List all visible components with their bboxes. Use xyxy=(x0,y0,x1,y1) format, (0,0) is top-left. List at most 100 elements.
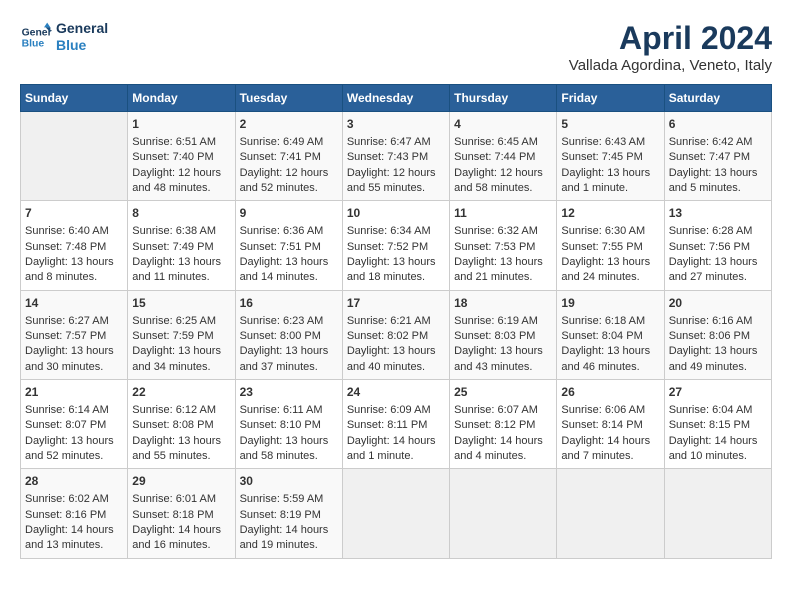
calendar-body: 1Sunrise: 6:51 AMSunset: 7:40 PMDaylight… xyxy=(21,112,772,559)
day-info: Sunset: 8:12 PM xyxy=(454,418,552,433)
day-info: Sunset: 7:55 PM xyxy=(561,240,659,255)
day-info: Sunrise: 6:19 AM xyxy=(454,314,552,329)
day-info: Sunset: 7:49 PM xyxy=(132,240,230,255)
day-number: 8 xyxy=(132,205,230,222)
calendar-cell: 9Sunrise: 6:36 AMSunset: 7:51 PMDaylight… xyxy=(235,201,342,290)
day-number: 5 xyxy=(561,116,659,133)
day-info: and 18 minutes. xyxy=(347,270,445,285)
day-info: Daylight: 14 hours xyxy=(25,523,123,538)
day-info: Sunset: 8:03 PM xyxy=(454,329,552,344)
day-info: Sunrise: 6:06 AM xyxy=(561,403,659,418)
day-info: and 58 minutes. xyxy=(240,449,338,464)
calendar-cell: 27Sunrise: 6:04 AMSunset: 8:15 PMDayligh… xyxy=(664,380,771,469)
day-of-week-header: Sunday xyxy=(21,85,128,112)
day-info: Sunset: 8:15 PM xyxy=(669,418,767,433)
day-number: 29 xyxy=(132,473,230,490)
day-of-week-header: Saturday xyxy=(664,85,771,112)
logo: General Blue General Blue xyxy=(20,20,108,54)
day-info: and 49 minutes. xyxy=(669,360,767,375)
day-info: Daylight: 13 hours xyxy=(347,344,445,359)
day-info: and 16 minutes. xyxy=(132,538,230,553)
calendar-cell: 3Sunrise: 6:47 AMSunset: 7:43 PMDaylight… xyxy=(342,112,449,201)
calendar-header-row: SundayMondayTuesdayWednesdayThursdayFrid… xyxy=(21,85,772,112)
calendar-week-row: 28Sunrise: 6:02 AMSunset: 8:16 PMDayligh… xyxy=(21,469,772,558)
day-info: Daylight: 14 hours xyxy=(669,434,767,449)
day-info: Sunset: 7:45 PM xyxy=(561,150,659,165)
day-info: Daylight: 14 hours xyxy=(240,523,338,538)
day-info: Sunset: 7:53 PM xyxy=(454,240,552,255)
svg-text:Blue: Blue xyxy=(22,38,45,49)
calendar-cell: 1Sunrise: 6:51 AMSunset: 7:40 PMDaylight… xyxy=(128,112,235,201)
logo-text-line2: Blue xyxy=(56,37,108,54)
calendar-cell: 30Sunrise: 5:59 AMSunset: 8:19 PMDayligh… xyxy=(235,469,342,558)
calendar-cell: 21Sunrise: 6:14 AMSunset: 8:07 PMDayligh… xyxy=(21,380,128,469)
day-info: and 52 minutes. xyxy=(240,181,338,196)
day-info: and 52 minutes. xyxy=(25,449,123,464)
day-info: Sunset: 7:52 PM xyxy=(347,240,445,255)
day-number: 11 xyxy=(454,205,552,222)
day-info: and 1 minute. xyxy=(561,181,659,196)
day-info: Sunrise: 6:27 AM xyxy=(25,314,123,329)
calendar-cell: 24Sunrise: 6:09 AMSunset: 8:11 PMDayligh… xyxy=(342,380,449,469)
calendar-cell: 26Sunrise: 6:06 AMSunset: 8:14 PMDayligh… xyxy=(557,380,664,469)
logo-icon: General Blue xyxy=(20,21,52,53)
day-number: 7 xyxy=(25,205,123,222)
calendar-cell: 23Sunrise: 6:11 AMSunset: 8:10 PMDayligh… xyxy=(235,380,342,469)
day-info: Sunrise: 6:30 AM xyxy=(561,224,659,239)
day-info: Daylight: 12 hours xyxy=(454,166,552,181)
day-number: 9 xyxy=(240,205,338,222)
day-info: Sunrise: 6:42 AM xyxy=(669,135,767,150)
day-info: Sunrise: 6:14 AM xyxy=(25,403,123,418)
day-info: Daylight: 14 hours xyxy=(132,523,230,538)
day-number: 4 xyxy=(454,116,552,133)
day-info: Sunrise: 6:51 AM xyxy=(132,135,230,150)
day-info: Daylight: 13 hours xyxy=(132,434,230,449)
day-info: Daylight: 13 hours xyxy=(240,344,338,359)
calendar-cell: 12Sunrise: 6:30 AMSunset: 7:55 PMDayligh… xyxy=(557,201,664,290)
day-info: Daylight: 13 hours xyxy=(240,434,338,449)
day-number: 18 xyxy=(454,295,552,312)
day-info: Sunset: 7:59 PM xyxy=(132,329,230,344)
day-info: Daylight: 13 hours xyxy=(561,344,659,359)
calendar-cell: 6Sunrise: 6:42 AMSunset: 7:47 PMDaylight… xyxy=(664,112,771,201)
calendar-cell: 8Sunrise: 6:38 AMSunset: 7:49 PMDaylight… xyxy=(128,201,235,290)
day-info: and 37 minutes. xyxy=(240,360,338,375)
day-info: and 48 minutes. xyxy=(132,181,230,196)
day-number: 12 xyxy=(561,205,659,222)
calendar-cell: 17Sunrise: 6:21 AMSunset: 8:02 PMDayligh… xyxy=(342,290,449,379)
day-info: Sunset: 8:06 PM xyxy=(669,329,767,344)
calendar-week-row: 14Sunrise: 6:27 AMSunset: 7:57 PMDayligh… xyxy=(21,290,772,379)
day-info: Daylight: 13 hours xyxy=(25,344,123,359)
day-info: Sunset: 7:43 PM xyxy=(347,150,445,165)
day-info: and 19 minutes. xyxy=(240,538,338,553)
day-number: 2 xyxy=(240,116,338,133)
calendar-week-row: 21Sunrise: 6:14 AMSunset: 8:07 PMDayligh… xyxy=(21,380,772,469)
day-number: 13 xyxy=(669,205,767,222)
day-number: 3 xyxy=(347,116,445,133)
day-info: Daylight: 14 hours xyxy=(347,434,445,449)
calendar-cell: 5Sunrise: 6:43 AMSunset: 7:45 PMDaylight… xyxy=(557,112,664,201)
day-info: Sunrise: 6:47 AM xyxy=(347,135,445,150)
day-info: Sunset: 8:08 PM xyxy=(132,418,230,433)
day-number: 14 xyxy=(25,295,123,312)
day-info: Sunset: 8:16 PM xyxy=(25,508,123,523)
day-info: Sunrise: 6:11 AM xyxy=(240,403,338,418)
day-info: Sunrise: 6:07 AM xyxy=(454,403,552,418)
day-info: and 34 minutes. xyxy=(132,360,230,375)
day-info: Daylight: 13 hours xyxy=(347,255,445,270)
day-info: Sunrise: 6:36 AM xyxy=(240,224,338,239)
day-info: Sunset: 7:48 PM xyxy=(25,240,123,255)
calendar-header: General Blue General Blue April 2024 Val… xyxy=(20,20,772,74)
day-info: and 11 minutes. xyxy=(132,270,230,285)
day-info: and 27 minutes. xyxy=(669,270,767,285)
day-info: Sunset: 7:56 PM xyxy=(669,240,767,255)
day-info: and 24 minutes. xyxy=(561,270,659,285)
day-info: Sunset: 7:44 PM xyxy=(454,150,552,165)
day-info: Sunrise: 6:12 AM xyxy=(132,403,230,418)
day-info: Sunset: 8:14 PM xyxy=(561,418,659,433)
day-info: Sunrise: 6:49 AM xyxy=(240,135,338,150)
calendar-cell xyxy=(21,112,128,201)
calendar-cell xyxy=(450,469,557,558)
calendar-cell: 20Sunrise: 6:16 AMSunset: 8:06 PMDayligh… xyxy=(664,290,771,379)
day-info: Daylight: 13 hours xyxy=(132,255,230,270)
